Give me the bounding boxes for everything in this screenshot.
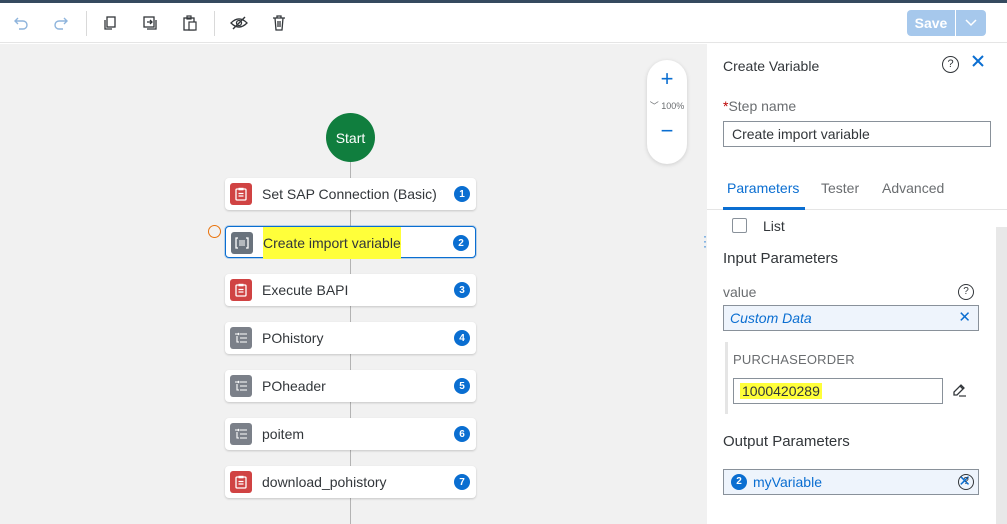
value-field[interactable]: Custom Data ✕ (723, 305, 979, 331)
flow-step-label: POheader (262, 378, 326, 394)
list-checkbox[interactable] (732, 218, 747, 233)
panel-scrollbar[interactable] (996, 227, 1007, 524)
clipboard-icon (230, 279, 252, 301)
copy-icon[interactable] (99, 12, 121, 34)
flow-step-7[interactable]: download_pohistory 7 (225, 466, 476, 498)
tab-parameters[interactable]: Parameters (727, 180, 799, 196)
tab-tester[interactable]: Tester (821, 180, 859, 196)
hide-icon[interactable] (228, 12, 250, 34)
flow-step-5[interactable]: POheader 5 (225, 370, 476, 402)
value-help-icon[interactable]: ? (958, 284, 974, 300)
toolbar-separator (214, 11, 215, 36)
start-node[interactable]: Start (326, 113, 375, 162)
variable-icon (231, 232, 253, 254)
zoom-level-value: 100% (661, 101, 685, 111)
toolbar-separator (86, 11, 87, 36)
panel-title: Create Variable (723, 58, 820, 74)
flow-step-3[interactable]: Execute BAPI 3 (225, 274, 476, 306)
zoom-in-button[interactable]: + (647, 66, 687, 92)
purchase-order-input[interactable]: 1000420289 (733, 378, 943, 404)
flow-step-number: 3 (454, 282, 470, 298)
list-checkbox-label: List (763, 218, 785, 234)
undo-icon[interactable] (10, 12, 32, 34)
flow-canvas[interactable]: Start Set SAP Connection (Basic) 1 Create … (0, 44, 707, 524)
output-variable-field[interactable]: 2 myVariable ✕ (723, 469, 979, 495)
step-anchor-marker[interactable] (208, 225, 221, 238)
output-step-number: 2 (731, 474, 747, 490)
paste-icon[interactable] (179, 12, 201, 34)
step-name-label: *Step name (723, 98, 796, 114)
flow-step-number: 4 (454, 330, 470, 346)
flow-step-number: 1 (454, 186, 470, 202)
zoom-control: + ﹀ 100% − (647, 60, 687, 164)
clipboard-icon (230, 471, 252, 493)
list-icon (230, 327, 252, 349)
duplicate-icon[interactable] (139, 12, 161, 34)
flow-step-label: Set SAP Connection (Basic) (262, 186, 437, 202)
zoom-dropdown-icon: ﹀ (649, 101, 659, 111)
panel-tabs: Parameters Tester Advanced (707, 170, 1007, 210)
clear-value-icon[interactable]: ✕ (958, 306, 971, 330)
output-parameters-title: Output Parameters (723, 433, 850, 450)
list-icon (230, 375, 252, 397)
edit-icon[interactable] (951, 382, 967, 403)
flow-step-6[interactable]: poitem 6 (225, 418, 476, 450)
purchase-order-label: PURCHASEORDER (733, 352, 855, 367)
flow-step-label: poitem (262, 426, 305, 442)
flow-step-1[interactable]: Set SAP Connection (Basic) 1 (225, 178, 476, 210)
help-icon[interactable]: ? (942, 56, 959, 73)
close-icon[interactable] (971, 52, 985, 73)
flow-step-label: Create import variable (263, 227, 401, 259)
step-name-label-text: Step name (728, 98, 797, 114)
list-icon (230, 423, 252, 445)
properties-panel: Create Variable ? *Step name Create impo… (707, 44, 1007, 524)
toolbar: Save (0, 3, 1007, 43)
tab-advanced[interactable]: Advanced (882, 180, 944, 196)
flow-step-4[interactable]: POhistory 4 (225, 322, 476, 354)
delete-icon[interactable] (268, 12, 290, 34)
value-label: value (723, 284, 757, 300)
input-parameters-title: Input Parameters (723, 250, 839, 267)
flow-step-2[interactable]: Create import variable 2 (225, 226, 476, 259)
save-button[interactable]: Save (907, 10, 955, 36)
flow-step-label: POhistory (262, 330, 324, 346)
save-options-button[interactable] (955, 10, 986, 36)
zoom-out-button[interactable]: − (647, 118, 687, 144)
flow-step-label: download_pohistory (262, 474, 387, 490)
flow-step-number: 5 (454, 378, 470, 394)
redo-icon[interactable] (50, 12, 72, 34)
purchase-order-value: 1000420289 (740, 383, 822, 399)
output-variable-token: myVariable (753, 474, 822, 490)
value-token: Custom Data (730, 310, 812, 326)
step-name-input[interactable]: Create import variable (723, 121, 991, 147)
flow-step-label: Execute BAPI (262, 282, 349, 298)
flow-step-number: 7 (454, 474, 470, 490)
save-button-group: Save (907, 10, 986, 36)
chevron-down-icon (965, 19, 977, 27)
output-help-icon[interactable]: ? (958, 474, 974, 490)
flow-step-number: 2 (453, 235, 469, 251)
clipboard-icon (230, 183, 252, 205)
zoom-level[interactable]: ﹀ 100% (647, 98, 687, 114)
flow-step-number: 6 (454, 426, 470, 442)
active-tab-indicator (723, 207, 805, 210)
